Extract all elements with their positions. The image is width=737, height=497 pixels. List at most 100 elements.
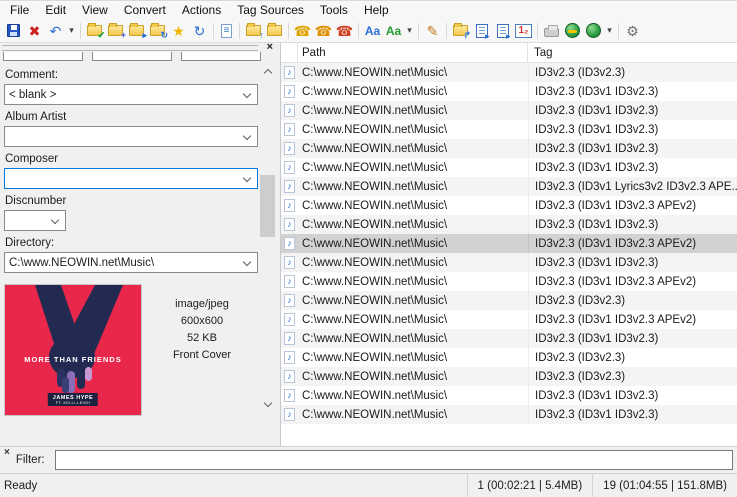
menu-item-tag-sources[interactable]: Tag Sources (229, 2, 312, 18)
web-dropdown-caret[interactable]: ▾ (604, 21, 615, 41)
numbering-wizard-icon[interactable]: 1₂ (513, 21, 534, 41)
favorite-directory-icon[interactable]: ★ (168, 21, 189, 41)
path-cell: C:\www.NEOWIN.net\Music\ (298, 124, 528, 136)
table-row[interactable]: ♪C:\www.NEOWIN.net\Music\ID3v2.3 (ID3v1 … (281, 253, 737, 272)
save-playlist-icon[interactable]: ↑ (243, 21, 264, 41)
export-icon[interactable]: ↱ (450, 21, 471, 41)
tag-panel-scrollbar[interactable] (259, 63, 276, 413)
tag-to-filename-icon[interactable]: ☎ (313, 21, 334, 41)
table-row[interactable]: ♪C:\www.NEOWIN.net\Music\ID3v2.3 (ID3v1 … (281, 196, 737, 215)
filename-to-tag-icon[interactable]: ☎ (292, 21, 313, 41)
table-row[interactable]: ♪C:\www.NEOWIN.net\Music\ID3v2.3 (ID3v1 … (281, 82, 737, 101)
filter-close-icon[interactable]: × (0, 447, 16, 458)
table-row[interactable]: ♪C:\www.NEOWIN.net\Music\ID3v2.3 (ID3v1 … (281, 329, 737, 348)
table-row[interactable]: ♪C:\www.NEOWIN.net\Music\ID3v2.3 (ID3v1 … (281, 177, 737, 196)
artwork-dimensions: 600x600 (142, 313, 262, 330)
toolbar-separator (80, 23, 81, 39)
edit-tag-icon[interactable]: ✎ (422, 21, 443, 41)
playlist-import-icon[interactable] (492, 21, 513, 41)
options-wrench-icon[interactable]: ⚙ (622, 21, 643, 41)
path-cell: C:\www.NEOWIN.net\Music\ (298, 333, 528, 345)
open-playlist-icon[interactable]: ▸ (126, 21, 147, 41)
chevron-down-icon[interactable] (51, 216, 59, 224)
browse-directory-icon[interactable]: ↻ (147, 21, 168, 41)
file-list-body: ♪C:\www.NEOWIN.net\Music\ID3v2.3 (ID3v2.… (281, 63, 737, 424)
table-row[interactable]: ♪C:\www.NEOWIN.net\Music\ID3v2.3 (ID3v2.… (281, 63, 737, 82)
refresh-icon[interactable]: ↻ (189, 21, 210, 41)
discnumber-combobox[interactable] (4, 210, 66, 231)
table-row[interactable]: ♪C:\www.NEOWIN.net\Music\ID3v2.3 (ID3v2.… (281, 348, 737, 367)
table-row[interactable]: ♪C:\www.NEOWIN.net\Music\ID3v2.3 (ID3v1 … (281, 120, 737, 139)
menu-item-tools[interactable]: Tools (312, 2, 356, 18)
playlist-export-icon[interactable] (471, 21, 492, 41)
menu-item-view[interactable]: View (74, 2, 116, 18)
music-file-icon: ♪ (281, 142, 298, 155)
table-row[interactable]: ♪C:\www.NEOWIN.net\Music\ID3v2.3 (ID3v1 … (281, 386, 737, 405)
scroll-down-icon[interactable] (259, 396, 276, 413)
table-row[interactable]: ♪C:\www.NEOWIN.net\Music\ID3v2.3 (ID3v1 … (281, 139, 737, 158)
tag-cell: ID3v2.3 (ID3v1 ID3v2.3 APEv2) (528, 310, 737, 329)
case-conversion-alt-icon[interactable]: Aa (383, 21, 404, 41)
tag-column-header[interactable]: Tag (528, 43, 737, 62)
chevron-down-icon[interactable] (243, 132, 251, 140)
directory-combobox[interactable]: C:\www.NEOWIN.net\Music\ (4, 252, 258, 273)
tag-panel-grabber[interactable] (2, 45, 258, 51)
table-row[interactable]: ♪C:\www.NEOWIN.net\Music\ID3v2.3 (ID3v1 … (281, 310, 737, 329)
menu-item-convert[interactable]: Convert (116, 2, 174, 18)
comment-combobox[interactable]: < blank > (4, 84, 258, 105)
case-dropdown-caret[interactable]: ▾ (404, 21, 415, 41)
path-cell: C:\www.NEOWIN.net\Music\ (298, 200, 528, 212)
path-column-header[interactable]: Path (298, 43, 528, 62)
remove-tag-icon[interactable]: ✖ (24, 21, 45, 41)
scroll-up-icon[interactable] (259, 63, 276, 80)
partial-combo[interactable] (92, 52, 172, 61)
discnumber-label: Discnumber (5, 195, 262, 207)
undo-dropdown-caret[interactable]: ▾ (66, 21, 77, 41)
status-total-info: 19 (01:04:55 | 151.8MB) (592, 474, 737, 497)
web-sources-icon[interactable] (562, 21, 583, 41)
open-folder-icon[interactable] (264, 21, 285, 41)
change-directory-icon[interactable]: ✔ (84, 21, 105, 41)
composer-combobox[interactable] (4, 168, 258, 189)
album-artist-combobox[interactable] (4, 126, 258, 147)
album-cover-image[interactable]: MORE THAN FRIENDS JAMES HYPE FT. KELLI-L… (4, 284, 142, 416)
partial-combo[interactable] (3, 52, 83, 61)
internet-icon[interactable] (583, 21, 604, 41)
tag-panel-toggle-icon[interactable]: ≡ (217, 21, 236, 41)
scrollbar-thumb[interactable] (260, 175, 275, 237)
menu-item-edit[interactable]: Edit (37, 2, 74, 18)
partial-combo[interactable] (181, 52, 261, 61)
table-row[interactable]: ♪C:\www.NEOWIN.net\Music\ID3v2.3 (ID3v2.… (281, 291, 737, 310)
add-directory-icon[interactable]: + (105, 21, 126, 41)
filter-input[interactable] (55, 450, 733, 470)
undo-icon[interactable]: ↶ (45, 21, 66, 41)
toolbar-separator (537, 23, 538, 39)
case-conversion-icon[interactable]: Aa (362, 21, 383, 41)
artwork-section: MORE THAN FRIENDS JAMES HYPE FT. KELLI-L… (4, 284, 262, 416)
table-row[interactable]: ♪C:\www.NEOWIN.net\Music\ID3v2.3 (ID3v2.… (281, 367, 737, 386)
filter-bar: × Filter: (0, 446, 737, 473)
tag-panel-close-icon[interactable]: × (267, 41, 273, 53)
tag-panel-fields: Comment: < blank > Album Artist Composer… (0, 63, 262, 416)
save-tag-icon[interactable] (3, 21, 24, 41)
table-row[interactable]: ♪C:\www.NEOWIN.net\Music\ID3v2.3 (ID3v1 … (281, 405, 737, 424)
table-row[interactable]: ♪C:\www.NEOWIN.net\Music\ID3v2.3 (ID3v1 … (281, 101, 737, 120)
table-row[interactable]: ♪C:\www.NEOWIN.net\Music\ID3v2.3 (ID3v1 … (281, 234, 737, 253)
path-cell: C:\www.NEOWIN.net\Music\ (298, 390, 528, 402)
music-file-icon: ♪ (281, 104, 298, 117)
icon-column-header[interactable] (281, 43, 298, 62)
tag-cell: ID3v2.3 (ID3v1 ID3v2.3) (528, 215, 737, 234)
menu-item-file[interactable]: File (2, 2, 37, 18)
menu-item-actions[interactable]: Actions (174, 2, 229, 18)
table-row[interactable]: ♪C:\www.NEOWIN.net\Music\ID3v2.3 (ID3v1 … (281, 272, 737, 291)
path-cell: C:\www.NEOWIN.net\Music\ (298, 86, 528, 98)
menu-item-help[interactable]: Help (356, 2, 397, 18)
music-file-icon: ♪ (281, 408, 298, 421)
tag-to-tag-icon[interactable]: ☎ (334, 21, 355, 41)
menu-bar: FileEditViewConvertActionsTag SourcesToo… (0, 1, 737, 19)
table-row[interactable]: ♪C:\www.NEOWIN.net\Music\ID3v2.3 (ID3v1 … (281, 158, 737, 177)
print-icon[interactable] (541, 21, 562, 41)
toolbar-separator (618, 23, 619, 39)
table-row[interactable]: ♪C:\www.NEOWIN.net\Music\ID3v2.3 (ID3v1 … (281, 215, 737, 234)
chevron-down-icon[interactable] (243, 174, 251, 182)
